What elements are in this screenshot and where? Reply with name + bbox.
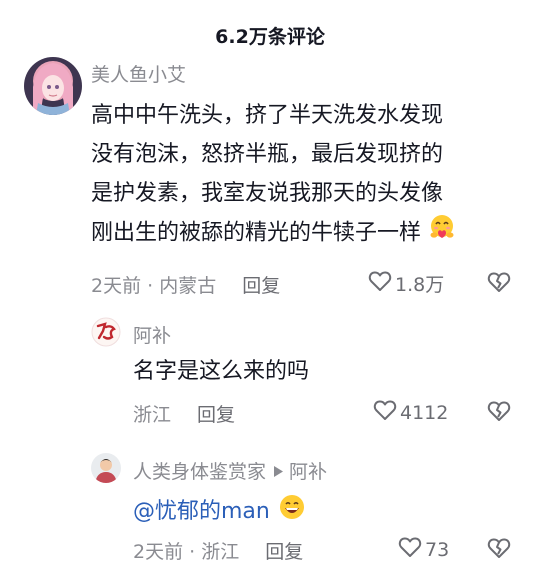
time-location: 2天前 · 浙江 [133,541,240,563]
like-button[interactable]: 1.8万 [368,270,444,297]
comment-count-title: 6.2万条评论 [215,26,325,48]
comment-line: 刚出生的被舔的精光的牛犊子一样 [91,220,422,246]
like-count: 4112 [400,401,449,424]
comment-text: 高中中午洗头，挤了半天洗发水发现 没有泡沫，怒挤半瓶，最后发现挤的 是护发素，我… [91,96,456,254]
avatar-image [24,57,82,115]
broken-heart-icon [487,272,511,297]
reply-meta: 浙江 回复 [133,400,235,427]
comment-meta: 2天前 · 内蒙古 回复 [91,271,280,298]
reply-button[interactable]: 回复 [242,271,280,298]
time-location: 2天前 · 内蒙古 [91,275,217,297]
comment-line: 是护发素，我室友说我那天的头发像 [91,181,444,206]
dislike-button[interactable] [487,271,511,297]
avatar[interactable] [24,57,82,115]
reply-text: @忧郁的man [133,493,306,530]
like-button[interactable]: 73 [398,536,449,563]
reply-avatar[interactable] [91,317,121,347]
reply-text: 名字是这么来的吗 [133,359,310,384]
avatar-image [91,317,121,347]
broken-heart-icon [487,538,511,563]
reply-username-row: 人类身体鉴赏家 阿补 [133,457,327,484]
reply-to-username[interactable]: 阿补 [289,457,327,484]
heart-outline-icon [373,399,397,426]
dislike-button[interactable] [487,400,511,426]
grinning-emoji [278,493,306,530]
play-triangle-icon [274,460,284,482]
dislike-button[interactable] [487,537,511,563]
broken-heart-icon [487,401,511,426]
reply-button[interactable]: 回复 [265,537,303,564]
comment-line: 没有泡沫，怒挤半瓶，最后发现挤的 [91,142,444,167]
comment-line: 高中中午洗头，挤了半天洗发水发现 [91,103,444,128]
like-button[interactable]: 4112 [373,399,448,426]
comment-username[interactable]: 美人鱼小艾 [91,60,186,87]
like-count: 1.8万 [395,274,445,296]
reply-username[interactable]: 人类身体鉴赏家 [133,457,266,484]
heart-outline-icon [398,536,422,563]
reply-button[interactable]: 回复 [197,400,235,427]
time-location: 浙江 [133,404,172,426]
avatar-image [91,453,121,483]
reply-username[interactable]: 阿补 [133,321,171,348]
mention-link[interactable]: @忧郁的man [133,497,270,527]
like-count: 73 [425,538,450,561]
comment-line-last: 刚出生的被舔的精光的牛犊子一样 [91,213,456,254]
reply-avatar[interactable] [91,453,121,483]
heart-hug-emoji [428,213,456,254]
reply-meta: 2天前 · 浙江 回复 [133,537,303,564]
heart-outline-icon [368,270,392,297]
